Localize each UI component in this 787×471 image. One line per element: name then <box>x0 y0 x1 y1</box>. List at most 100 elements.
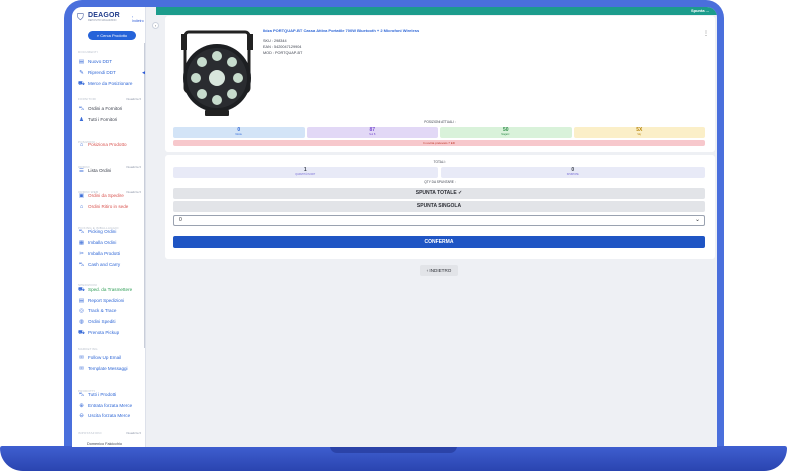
sidebar-item-label: Picking Ordini <box>88 229 117 234</box>
more-options-icon[interactable]: ⋮ <box>703 31 709 37</box>
search-product-button[interactable]: ⌕ Cerca Prodotto <box>88 31 136 40</box>
document-icon: ▤ <box>78 59 85 65</box>
sidebar-section-toggle[interactable]: Visualizza ▾ <box>126 190 141 194</box>
sidebar-item-label: Nuovo DDT <box>88 59 112 64</box>
sidebar-item[interactable]: ⌂ Ordini Ritiro in sede <box>78 204 129 210</box>
sidebar-scrollbar[interactable] <box>144 43 145 348</box>
confirm-button[interactable]: CONFERMA <box>173 236 705 248</box>
logo-shield-icon: ⛉ <box>77 11 84 22</box>
position-cell[interactable]: 5X Sky <box>573 127 705 138</box>
position-label: Magazz. <box>501 133 511 136</box>
template-icon: ✉ <box>79 366 84 372</box>
sidebar-item[interactable]: ⛍ Tutti i Prodotti <box>78 392 117 398</box>
logo-subtext: DEPOSITO MAGAZZINO <box>88 19 117 22</box>
sidebar-item[interactable]: ✂ Imballa Prodotti <box>78 251 120 257</box>
cart-icon: ⛍ <box>78 106 85 112</box>
sidebar-item-label: Report Spedizioni <box>88 298 125 303</box>
report-icon: ▤ <box>78 298 85 304</box>
back-link-label: Indietro <box>132 19 144 23</box>
sidebar-section-title: MARKETING <box>78 347 98 351</box>
sidebar-item[interactable]: ▣ Ordini da Spedire <box>78 193 124 199</box>
search-button-label: Cerca Prodotto <box>100 33 128 38</box>
sidebar-item-label: Cash and Carry <box>88 262 121 267</box>
sidebar-item-label: Entrata forzata Merce <box>88 403 133 408</box>
sidebar-item[interactable]: ☰ Lista Ordini <box>78 168 111 174</box>
sidebar-section-title: FORNITORI <box>78 97 97 101</box>
sidebar-item-label: Posiziona Prodotto <box>88 142 127 147</box>
totals-title: TOTALI : <box>433 160 447 164</box>
shipped-icon: ◍ <box>79 319 84 325</box>
sidebar-item-label: Merce da Posizionare <box>88 81 133 86</box>
product-mod: MOD : PORTQUAP-BT <box>263 51 303 55</box>
sidebar-item-label: Tutti i Prodotti <box>88 392 117 397</box>
app-logo[interactable]: ⛉ DEAGOR DEPOSITO MAGAZZINO <box>77 12 120 22</box>
sidebar: ⛉ DEAGOR DEPOSITO MAGAZZINO ‹ Indietro ⌕… <box>72 7 146 447</box>
sidebar-item-label: Track & Trace <box>88 308 117 313</box>
sidebar-item[interactable]: ⛟ Sped. da Trasmettere <box>78 287 132 293</box>
sidebar-section-toggle[interactable]: Visualizza ▾ <box>126 165 141 169</box>
sidebar-item[interactable]: ⊕ Entrata forzata Merce <box>78 403 132 409</box>
sidebar-item-label: Follow Up Email <box>88 355 122 360</box>
sidebar-item[interactable]: ▤ Nuovo DDT <box>78 59 112 65</box>
sidebar-collapse-button[interactable]: ‹ <box>152 22 159 29</box>
sidebar-item[interactable]: ♟ Tutti i Fornitori <box>78 117 117 123</box>
position-label: Sky <box>637 133 642 136</box>
cash-icon: ⛍ <box>78 262 85 268</box>
current-user-name[interactable]: Domenico Falcicchio <box>87 442 122 446</box>
positions-row: 0 Monte 87 Sud B 50 Magazz. 5X Sky <box>173 127 705 138</box>
track-icon: ◎ <box>79 308 84 314</box>
sidebar-item[interactable]: ✎ Riprendi DDT <box>78 70 116 76</box>
pickup-icon: ⛟ <box>78 330 85 336</box>
sidebar-item[interactable]: ▦ Imballa Ordini <box>78 240 116 246</box>
sidebar-item-label: Sped. da Trasmettere <box>88 287 133 292</box>
sidebar-item[interactable]: ⊖ Uscita forzata Merce <box>78 413 130 419</box>
spunta-totale-button[interactable]: SPUNTA TOTALE ✓ <box>173 188 705 199</box>
quantity-select[interactable]: 0 ⌄ <box>173 215 705 226</box>
sidebar-item[interactable]: ⛍ Cash and Carry <box>78 262 121 268</box>
sidebar-item-label: Ordini da Spedire <box>88 193 124 198</box>
sidebar-item[interactable]: ✉ Template Messaggi <box>78 366 127 372</box>
product-sku: SKU : 298344 <box>263 39 287 43</box>
sidebar-item-label: Lista Ordini <box>88 168 112 173</box>
location-icon: ⌂ <box>79 142 84 148</box>
edit-icon: ✎ <box>79 70 84 76</box>
positions-title: POSIZIONI ATTUALI : <box>424 120 456 124</box>
sidebar-item-label: Ordini Ritiro in sede <box>88 204 129 209</box>
position-cell[interactable]: 50 Magazz. <box>440 127 572 138</box>
sidebar-section-toggle[interactable]: Visualizza ▾ <box>126 431 141 435</box>
sidebar-item[interactable]: ⛟ Merce da Posizionare <box>78 81 132 87</box>
user-icon: ♟ <box>79 117 84 123</box>
position-cell[interactable]: 0 Monte <box>173 127 305 138</box>
active-caret-icon: ◀ <box>142 70 146 76</box>
totals-row: 1 QUANTITÀ IN DDT 0 SPUNTATE <box>173 167 705 178</box>
total-label: SPUNTATE <box>566 173 579 176</box>
sidebar-back-link[interactable]: ‹ Indietro <box>132 15 145 23</box>
topbar-user-menu[interactable]: Spunta ... <box>691 7 709 15</box>
position-alert: In uscita prelevato 7 ED <box>173 140 705 146</box>
store-icon: ⌂ <box>79 204 84 210</box>
sidebar-item[interactable]: ◍ Ordini Spediti <box>78 319 115 325</box>
sidebar-section-title: IMPOSTAZIONI <box>78 431 102 435</box>
sidebar-item[interactable]: ⌂ Posiziona Prodotto <box>78 142 127 148</box>
sidebar-item-label: Tutti i Fornitori <box>88 117 118 122</box>
product-title[interactable]: Ibiza PORTQUAP-BT Cassa Attiva Portatile… <box>263 28 419 33</box>
truck-icon: ⛟ <box>78 81 85 87</box>
sidebar-item-label: Ordini a Fornitori <box>88 106 123 111</box>
sidebar-section-toggle[interactable]: Visualizza ▾ <box>126 97 141 101</box>
sidebar-item[interactable]: ▤ Report Spedizioni <box>78 298 124 304</box>
sidebar-item[interactable]: ⛟ Prenota Pickup <box>78 330 119 336</box>
sidebar-item[interactable]: ◎ Track & Trace <box>78 308 116 314</box>
picking-icon: ⛍ <box>78 229 85 235</box>
back-button[interactable]: ‹ INDIETRO <box>420 265 458 276</box>
product-ean: EAN : 5420047129904 <box>263 45 302 49</box>
products-icon: ⛍ <box>78 392 85 398</box>
check-card: TOTALI : 1 QUANTITÀ IN DDT 0 SPUNTATE QTY D… <box>165 155 715 259</box>
spunta-singola-button[interactable]: SPUNTA SINGOLA <box>173 201 705 212</box>
sidebar-item-label: Imballa Ordini <box>88 240 117 245</box>
sidebar-item[interactable]: ⛍ Picking Ordini <box>78 229 117 235</box>
sidebar-item[interactable]: ⛍ Ordini a Fornitori <box>78 106 123 112</box>
sidebar-item-label: Imballa Prodotti <box>88 251 120 256</box>
laptop-notch <box>330 446 457 453</box>
sidebar-item[interactable]: ✉ Follow Up Email <box>78 355 121 361</box>
position-cell[interactable]: 87 Sud B <box>306 127 438 138</box>
